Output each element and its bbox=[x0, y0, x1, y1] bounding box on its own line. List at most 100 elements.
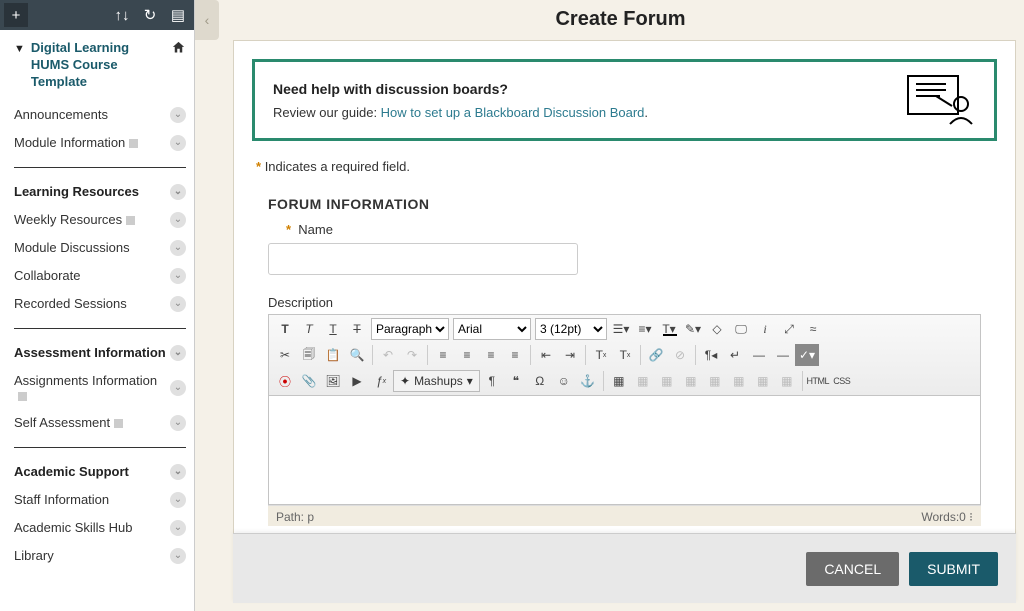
table-props-icon[interactable]: ▦ bbox=[775, 370, 799, 392]
clear-format-icon[interactable]: ◇ bbox=[705, 318, 729, 340]
preview-icon[interactable]: 🖵 bbox=[729, 318, 753, 340]
display-toggle-icon[interactable]: ▤ bbox=[166, 3, 190, 27]
table-col-icon[interactable]: ▦ bbox=[655, 370, 679, 392]
formula-icon[interactable]: ƒx bbox=[369, 370, 393, 392]
editor-toolbar: T T T T Paragraph Arial 3 (12pt) ☰▾ ≡▾ T… bbox=[269, 315, 980, 396]
sidebar-item-staff-information[interactable]: Staff Information ⌄ bbox=[14, 486, 186, 514]
sidebar-item-label: Recorded Sessions bbox=[14, 296, 127, 311]
undo-icon[interactable]: ↶ bbox=[376, 344, 400, 366]
paste-icon[interactable]: 📋 bbox=[321, 344, 345, 366]
submit-button[interactable]: SUBMIT bbox=[909, 552, 998, 586]
redo-icon[interactable]: ↷ bbox=[400, 344, 424, 366]
sidebar-item-module-discussions[interactable]: Module Discussions ⌄ bbox=[14, 234, 186, 262]
editor-textarea[interactable] bbox=[269, 396, 980, 504]
action-footer: CANCEL SUBMIT bbox=[233, 533, 1016, 603]
text-color-icon[interactable]: T▾ bbox=[657, 318, 681, 340]
sidebar-item-label: Library bbox=[14, 548, 54, 563]
media-icon[interactable]: ▶ bbox=[345, 370, 369, 392]
sidebar-item-announcements[interactable]: Announcements ⌄ bbox=[14, 101, 186, 129]
sidebar-item-label: Announcements bbox=[14, 107, 108, 122]
forum-name-input[interactable] bbox=[268, 243, 578, 275]
emoticon-icon[interactable]: ☺ bbox=[552, 370, 576, 392]
strikethrough-icon[interactable]: T bbox=[345, 318, 369, 340]
sidebar-collapse-handle[interactable]: ‹ bbox=[195, 0, 219, 40]
sidebar-item-label: Module Information bbox=[14, 135, 138, 150]
info-icon[interactable]: i bbox=[753, 318, 777, 340]
paragraph-format-select[interactable]: Paragraph bbox=[371, 318, 449, 340]
line-break-icon[interactable]: ↵ bbox=[723, 344, 747, 366]
copy-icon[interactable]: 🗐 bbox=[297, 344, 321, 366]
sidebar-item-academic-skills-hub[interactable]: Academic Skills Hub ⌄ bbox=[14, 514, 186, 542]
css-view-button[interactable]: CSS bbox=[830, 370, 854, 392]
sidebar-divider bbox=[14, 167, 186, 168]
chevron-icon: ⌄ bbox=[170, 184, 186, 200]
expand-rows-icon[interactable]: ≈ bbox=[801, 318, 825, 340]
table-delete-icon[interactable]: ▦ bbox=[751, 370, 775, 392]
table-row-icon[interactable]: ▦ bbox=[631, 370, 655, 392]
home-icon[interactable] bbox=[171, 40, 186, 59]
sidebar-item-module-information[interactable]: Module Information ⌄ bbox=[14, 129, 186, 157]
align-right-icon[interactable]: ≡ bbox=[479, 344, 503, 366]
superscript-icon[interactable]: Tx bbox=[589, 344, 613, 366]
text-direction-icon[interactable]: ¶◂ bbox=[699, 344, 723, 366]
refresh-icon[interactable]: ↻ bbox=[138, 3, 162, 27]
sidebar-item-assignments-information[interactable]: Assignments Information ⌄ bbox=[14, 367, 186, 409]
table-icon[interactable]: ▦ bbox=[607, 370, 631, 392]
add-icon[interactable]: + bbox=[4, 3, 28, 27]
symbol-icon[interactable]: Ω bbox=[528, 370, 552, 392]
table-merge-icon[interactable]: ▦ bbox=[703, 370, 727, 392]
subscript-icon[interactable]: Tx bbox=[613, 344, 637, 366]
record-icon[interactable]: ⦿ bbox=[273, 370, 297, 392]
align-left-icon[interactable]: ≡ bbox=[431, 344, 455, 366]
chevron-icon: ⌄ bbox=[170, 135, 186, 151]
bold-icon[interactable]: T bbox=[273, 318, 297, 340]
italic-icon[interactable]: T bbox=[297, 318, 321, 340]
cut-icon[interactable]: ✂ bbox=[273, 344, 297, 366]
help-guide-link[interactable]: How to set up a Blackboard Discussion Bo… bbox=[381, 105, 645, 120]
expand-icon[interactable]: ▼ bbox=[14, 43, 25, 55]
help-banner: Need help with discussion boards? Review… bbox=[252, 59, 997, 141]
fullscreen-icon[interactable]: ⤢ bbox=[777, 318, 801, 340]
sidebar-item-label: Module Discussions bbox=[14, 240, 130, 255]
bullet-list-icon[interactable]: ☰▾ bbox=[609, 318, 633, 340]
attach-icon[interactable]: 📎 bbox=[297, 370, 321, 392]
image-icon[interactable]: 🖼 bbox=[321, 370, 345, 392]
sidebar-item-self-assessment[interactable]: Self Assessment ⌄ bbox=[14, 409, 186, 437]
cancel-button[interactable]: CANCEL bbox=[806, 552, 899, 586]
indent-icon[interactable]: ⇥ bbox=[558, 344, 582, 366]
unlink-icon[interactable]: ⊘ bbox=[668, 344, 692, 366]
sidebar-item-weekly-resources[interactable]: Weekly Resources ⌄ bbox=[14, 206, 186, 234]
chevron-icon: ⌄ bbox=[170, 212, 186, 228]
chevron-icon: ⌄ bbox=[170, 107, 186, 123]
blockquote-icon[interactable]: ❝ bbox=[504, 370, 528, 392]
description-label: Description bbox=[268, 295, 981, 310]
html-view-button[interactable]: HTML bbox=[806, 370, 830, 392]
mashups-button[interactable]: ✦ Mashups ▾ bbox=[393, 370, 480, 392]
sidebar-header-academic-support[interactable]: Academic Support ⌄ bbox=[14, 458, 186, 486]
reorder-icon[interactable]: ↑↓ bbox=[110, 3, 134, 27]
font-size-select[interactable]: 3 (12pt) bbox=[535, 318, 607, 340]
sidebar-item-library[interactable]: Library ⌄ bbox=[14, 542, 186, 570]
underline-icon[interactable]: T bbox=[321, 318, 345, 340]
spellcheck-icon[interactable]: ✓▾ bbox=[795, 344, 819, 366]
highlight-icon[interactable]: ✎▾ bbox=[681, 318, 705, 340]
font-family-select[interactable]: Arial bbox=[453, 318, 531, 340]
hr-icon[interactable]: — bbox=[747, 344, 771, 366]
sidebar-header-learning-resources[interactable]: Learning Resources ⌄ bbox=[14, 178, 186, 206]
align-center-icon[interactable]: ≡ bbox=[455, 344, 479, 366]
course-title[interactable]: Digital Learning HUMS Course Template bbox=[31, 40, 165, 91]
number-list-icon[interactable]: ≡▾ bbox=[633, 318, 657, 340]
table-cell-icon[interactable]: ▦ bbox=[679, 370, 703, 392]
show-blocks-icon[interactable]: ¶ bbox=[480, 370, 504, 392]
sidebar-header-assessment-information[interactable]: Assessment Information ⌄ bbox=[14, 339, 186, 367]
sidebar-item-recorded-sessions[interactable]: Recorded Sessions ⌄ bbox=[14, 290, 186, 318]
find-icon[interactable]: 🔍 bbox=[345, 344, 369, 366]
anchor-icon[interactable]: ⚓ bbox=[576, 370, 600, 392]
nbsp-icon[interactable]: — bbox=[771, 344, 795, 366]
outdent-icon[interactable]: ⇤ bbox=[534, 344, 558, 366]
chevron-icon: ⌄ bbox=[170, 345, 186, 361]
link-icon[interactable]: 🔗 bbox=[644, 344, 668, 366]
table-split-icon[interactable]: ▦ bbox=[727, 370, 751, 392]
sidebar-item-collaborate[interactable]: Collaborate ⌄ bbox=[14, 262, 186, 290]
align-justify-icon[interactable]: ≡ bbox=[503, 344, 527, 366]
